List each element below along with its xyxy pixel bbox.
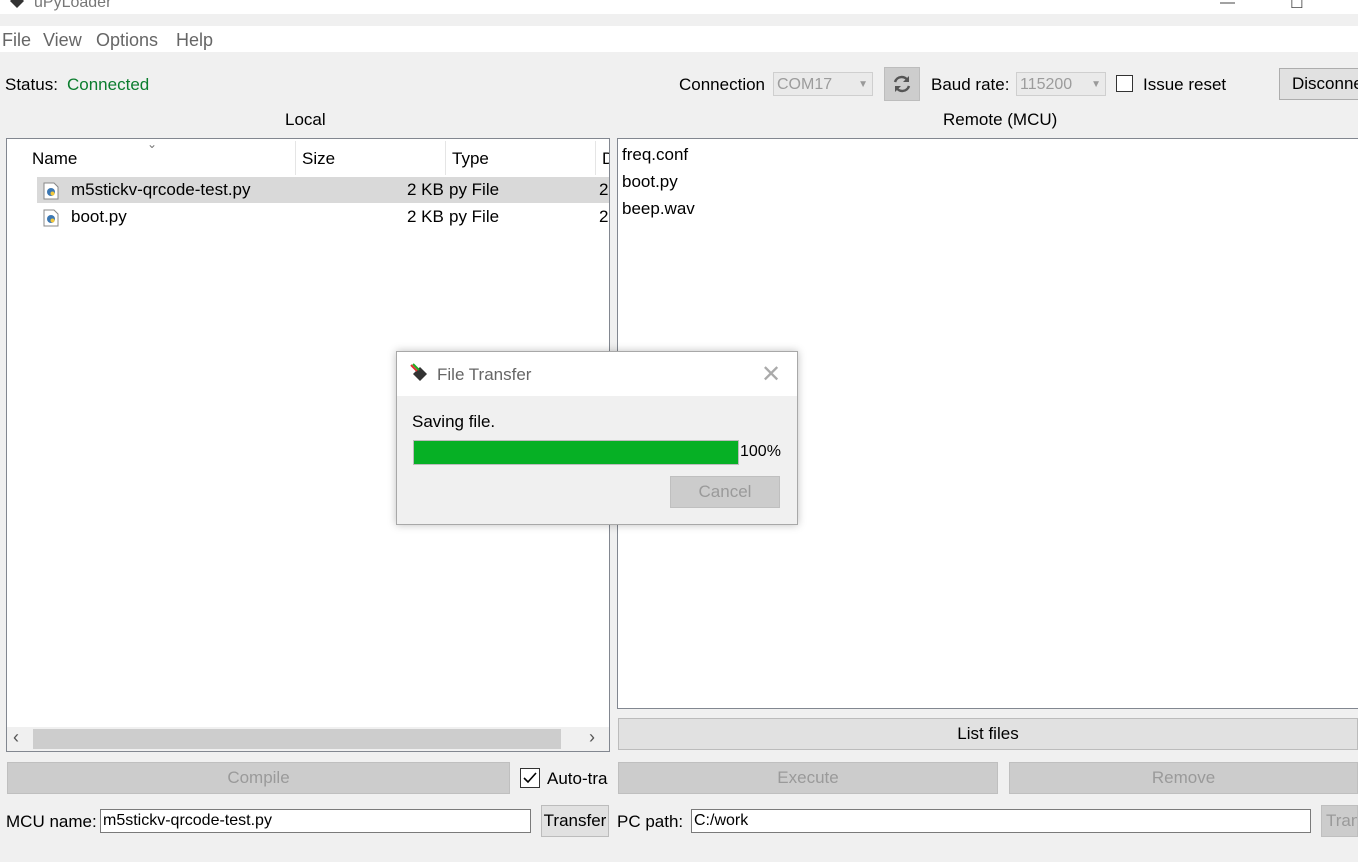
remote-file-item[interactable]: freq.conf: [622, 145, 688, 165]
progress-percent: 100%: [740, 443, 781, 460]
column-type[interactable]: Type: [452, 149, 489, 169]
list-files-button[interactable]: List files: [618, 718, 1358, 750]
dialog-title-bar: File Transfer ✕: [397, 352, 797, 396]
refresh-button[interactable]: [884, 67, 920, 101]
menu-options[interactable]: Options: [96, 30, 158, 51]
column-date[interactable]: D: [602, 149, 609, 169]
file-name: m5stickv-qrcode-test.py: [71, 180, 251, 199]
baud-rate-label: Baud rate:: [931, 75, 1010, 94]
transfer-button[interactable]: Transfer: [541, 805, 609, 837]
port-select[interactable]: COM17 ▼: [773, 72, 873, 96]
progress-bar: [413, 440, 739, 465]
file-transfer-dialog: File Transfer ✕ Saving file. 100% Cancel: [396, 351, 798, 525]
file-date: 2: [599, 180, 609, 199]
progress-fill: [414, 441, 738, 464]
execute-button[interactable]: Execute: [618, 762, 998, 794]
file-name: boot.py: [71, 207, 127, 226]
horizontal-scrollbar[interactable]: ‹ ›: [7, 727, 609, 751]
menu-view[interactable]: View: [43, 30, 82, 51]
baud-rate-select[interactable]: 115200 ▼: [1016, 72, 1106, 96]
menu-help[interactable]: Help: [176, 30, 213, 51]
file-type: py File: [449, 180, 500, 199]
window-title: uPyLoader: [34, 0, 112, 11]
file-size: 2 KB: [407, 180, 444, 199]
chevron-down-icon: ▼: [1091, 79, 1101, 90]
sort-indicator-icon: ⌄: [147, 138, 158, 151]
menu-bar: File View Options Help: [0, 26, 1358, 52]
remove-button[interactable]: Remove: [1009, 762, 1358, 794]
baud-rate-value: 115200: [1020, 76, 1073, 93]
auto-transfer-label: Auto-tra: [547, 769, 608, 788]
port-value: COM17: [777, 76, 833, 93]
local-title: Local: [285, 110, 326, 129]
file-row[interactable]: boot.py 2 KB py File 2: [37, 204, 609, 230]
column-divider[interactable]: [295, 141, 296, 175]
issue-reset-label: Issue reset: [1143, 75, 1227, 94]
chevron-right-icon[interactable]: ›: [589, 727, 595, 748]
remote-transfer-button[interactable]: Tran: [1321, 805, 1358, 837]
python-file-icon: [43, 182, 59, 200]
dialog-message: Saving file.: [412, 412, 496, 431]
menu-file[interactable]: File: [2, 30, 31, 51]
remote-title: Remote (MCU): [943, 110, 1058, 129]
file-type: py File: [449, 207, 500, 226]
status-label: Status:: [5, 75, 58, 94]
chevron-left-icon[interactable]: ‹: [13, 727, 19, 748]
connection-label: Connection: [679, 75, 766, 94]
file-date: 2: [599, 207, 609, 226]
compile-button[interactable]: Compile: [7, 762, 510, 794]
scrollbar-thumb[interactable]: [33, 729, 561, 749]
cancel-button[interactable]: Cancel: [670, 476, 780, 508]
column-divider[interactable]: [595, 141, 596, 175]
column-divider[interactable]: [445, 141, 446, 175]
pc-path-label: PC path:: [617, 812, 684, 831]
close-icon[interactable]: ✕: [761, 360, 781, 389]
upyloader-icon: [410, 363, 427, 381]
mcu-name-label: MCU name:: [6, 812, 97, 831]
auto-transfer-checkbox[interactable]: [520, 768, 540, 788]
pc-path-input[interactable]: C:/work: [691, 809, 1311, 833]
remote-file-item[interactable]: boot.py: [622, 172, 678, 192]
mcu-name-input[interactable]: m5stickv-qrcode-test.py: [100, 809, 531, 833]
python-file-icon: [43, 209, 59, 227]
dialog-title: File Transfer: [437, 365, 532, 384]
status-value: Connected: [67, 75, 150, 94]
title-bar: uPyLoader — ☐: [0, 0, 1358, 14]
file-size: 2 KB: [407, 207, 444, 226]
maximize-icon[interactable]: ☐: [1290, 0, 1303, 12]
upyloader-icon: [10, 0, 24, 8]
checkmark-icon: [523, 772, 537, 784]
disconnect-button[interactable]: Disconne: [1279, 68, 1358, 100]
minimize-icon[interactable]: —: [1220, 0, 1235, 11]
file-row[interactable]: m5stickv-qrcode-test.py 2 KB py File 2: [37, 177, 609, 203]
refresh-icon: [893, 75, 911, 93]
remote-file-item[interactable]: beep.wav: [622, 199, 695, 219]
chevron-down-icon: ▼: [858, 79, 868, 90]
column-size[interactable]: Size: [302, 149, 335, 169]
column-name[interactable]: Name: [32, 149, 77, 169]
issue-reset-checkbox[interactable]: [1116, 75, 1133, 92]
